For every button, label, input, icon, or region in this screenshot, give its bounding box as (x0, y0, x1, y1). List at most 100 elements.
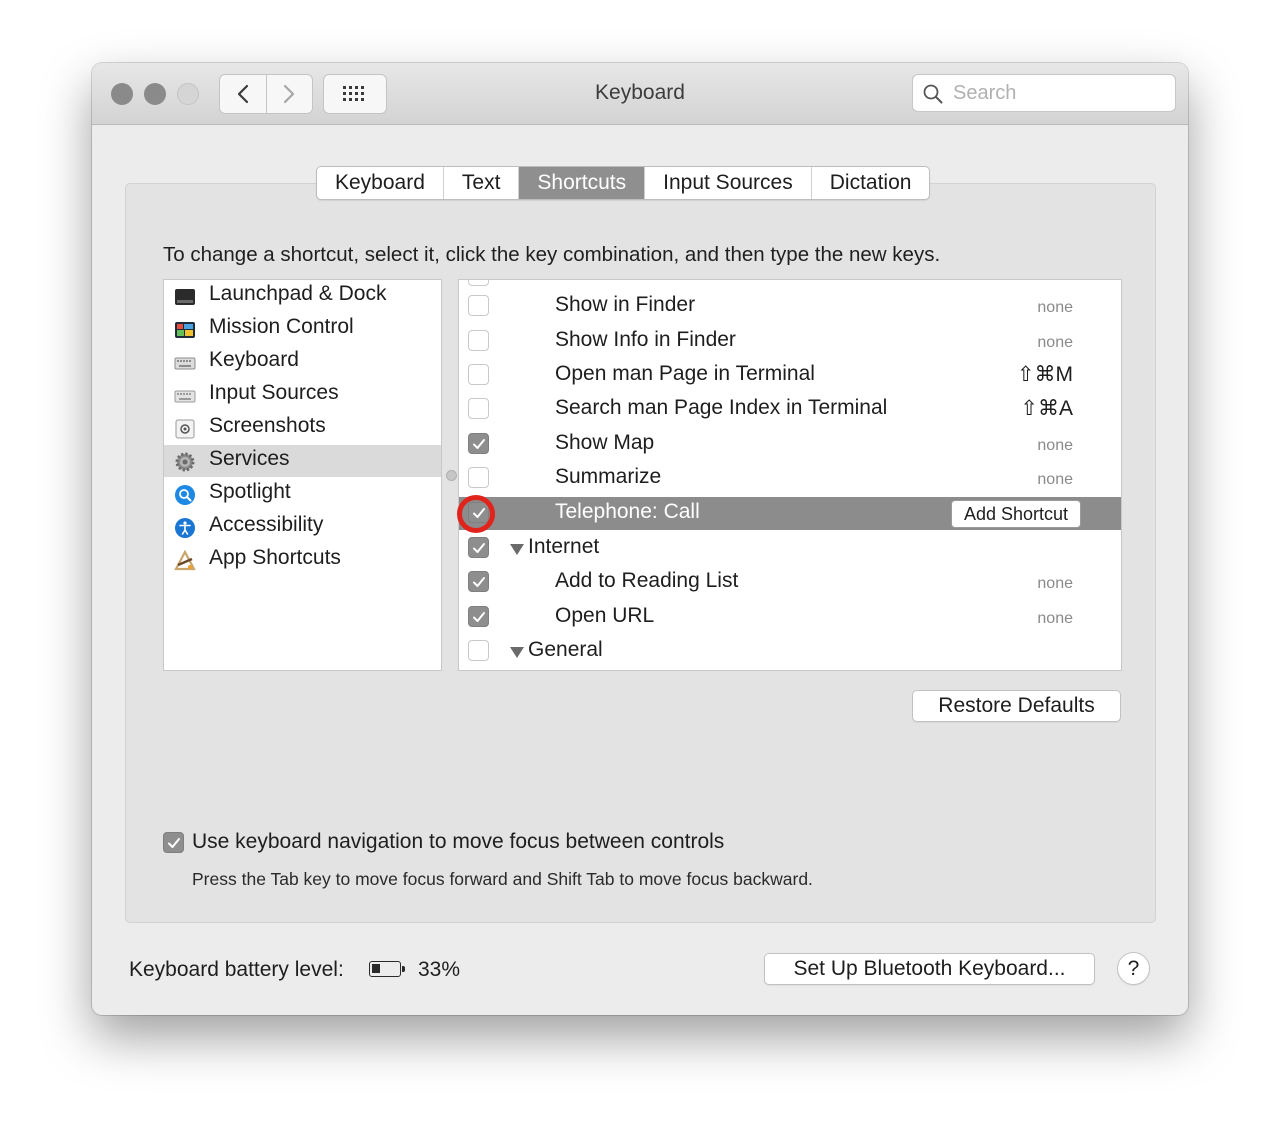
tab-bar: Keyboard Text Shortcuts Input Sources Di… (316, 166, 931, 200)
spotlight-icon (175, 485, 195, 505)
service-row[interactable]: Show in Finder none (459, 290, 1121, 323)
shortcut-categories-list: Launchpad & Dock Mission Control Keyboar… (163, 279, 442, 671)
app-shortcuts-icon (174, 550, 196, 571)
checkmark-icon (473, 543, 485, 553)
shortcut-value[interactable]: none (1037, 299, 1073, 317)
checkmark-icon (473, 439, 485, 449)
category-label: App Shortcuts (209, 546, 341, 569)
keyboard-navigation-checkbox[interactable] (163, 832, 184, 853)
service-name: Add to Reading List (555, 569, 739, 592)
setup-bluetooth-keyboard-button[interactable]: Set Up Bluetooth Keyboard... (764, 953, 1095, 985)
battery-percentage: 33% (418, 958, 461, 981)
checkmark-icon (168, 838, 180, 848)
add-shortcut-button[interactable]: Add Shortcut (950, 500, 1081, 528)
shortcut-value[interactable]: none (1037, 610, 1073, 628)
service-row[interactable]: Open URL none (459, 601, 1121, 634)
category-label: Mission Control (209, 315, 354, 338)
screenshots-icon (175, 419, 195, 439)
service-name: Open URL (555, 604, 655, 627)
tab-shortcuts[interactable]: Shortcuts (518, 167, 645, 199)
group-checkbox[interactable] (468, 537, 489, 558)
tab-keyboard[interactable]: Keyboard (317, 167, 443, 199)
services-list: Show in Finder none Show Info in Finder … (458, 279, 1122, 671)
shortcut-value[interactable]: none (1037, 334, 1073, 352)
category-app-shortcuts[interactable]: App Shortcuts (164, 544, 441, 576)
category-label: Spotlight (209, 480, 291, 503)
keyboard-navigation-hint: Press the Tab key to move focus forward … (192, 869, 813, 889)
category-spotlight[interactable]: Spotlight (164, 478, 441, 510)
checkmark-icon (473, 577, 485, 587)
service-name: Telephone: Call (555, 500, 700, 523)
service-name: Show Info in Finder (555, 328, 736, 351)
keyboard-icon (174, 357, 196, 370)
instructions-text: To change a shortcut, select it, click t… (163, 243, 941, 266)
service-checkbox[interactable] (468, 280, 489, 286)
gear-icon (175, 452, 195, 472)
battery-icon (369, 961, 405, 977)
input-sources-icon (174, 390, 196, 403)
restore-defaults-button[interactable]: Restore Defaults (912, 690, 1121, 722)
tab-text[interactable]: Text (442, 167, 519, 199)
service-row-selected[interactable]: Telephone: Call Add Shortcut (459, 497, 1121, 530)
shortcut-value[interactable]: none (1037, 437, 1073, 455)
group-checkbox[interactable] (468, 640, 489, 661)
shortcut-value[interactable]: none (1037, 471, 1073, 489)
service-checkbox[interactable] (468, 398, 489, 419)
service-checkbox[interactable] (468, 571, 489, 592)
category-label: Services (209, 447, 290, 470)
category-label: Input Sources (209, 381, 339, 404)
disclosure-triangle-icon[interactable] (510, 647, 524, 658)
service-checkbox[interactable] (468, 295, 489, 316)
battery-fill (372, 964, 380, 973)
search-field[interactable] (912, 74, 1176, 112)
highlight-circle (457, 495, 495, 533)
category-services[interactable]: Services (164, 445, 441, 477)
service-row[interactable]: Show Map none (459, 428, 1121, 461)
service-name: Show in Finder (555, 293, 696, 316)
launchpad-icon (175, 289, 195, 305)
search-input[interactable] (951, 77, 1165, 109)
shortcut-value[interactable]: ⇧⌘A (1020, 396, 1073, 421)
mission-control-icon (175, 322, 195, 338)
service-row[interactable]: Show Info in Finder none (459, 325, 1121, 358)
category-label: Screenshots (209, 414, 326, 437)
keyboard-navigation-label: Use keyboard navigation to move focus be… (192, 830, 725, 853)
split-view-handle[interactable] (446, 470, 457, 481)
category-screenshots[interactable]: Screenshots (164, 412, 441, 444)
service-checkbox[interactable] (468, 606, 489, 627)
keyboard-preferences-window: Keyboard Keyboard Text Shortcuts Input S… (92, 63, 1188, 1015)
category-mission-control[interactable]: Mission Control (164, 313, 441, 345)
service-checkbox[interactable] (468, 467, 489, 488)
help-button[interactable]: ? (1117, 952, 1150, 985)
shortcut-value[interactable]: none (1037, 575, 1073, 593)
service-checkbox[interactable] (468, 330, 489, 351)
group-name: Internet (528, 535, 600, 558)
service-row[interactable]: Open man Page in Terminal ⇧⌘M (459, 359, 1121, 392)
service-checkbox[interactable] (468, 364, 489, 385)
shortcut-value[interactable]: ⇧⌘M (1017, 362, 1073, 387)
service-row[interactable]: Add to Reading List none (459, 566, 1121, 599)
group-name: General (528, 638, 603, 661)
service-name: Show Map (555, 431, 655, 454)
category-label: Accessibility (209, 513, 324, 536)
category-input-sources[interactable]: Input Sources (164, 379, 441, 411)
service-name: Open man Page in Terminal (555, 362, 815, 385)
search-icon (923, 84, 943, 104)
battery-tip (402, 966, 405, 972)
service-name: Search man Page Index in Terminal (555, 396, 888, 419)
category-keyboard[interactable]: Keyboard (164, 346, 441, 378)
tab-dictation[interactable]: Dictation (810, 167, 930, 199)
service-checkbox[interactable] (468, 433, 489, 454)
battery-label: Keyboard battery level: (129, 958, 344, 981)
service-row[interactable]: Summarize none (459, 462, 1121, 495)
tab-input-sources[interactable]: Input Sources (644, 167, 811, 199)
group-row-general[interactable]: General (459, 635, 1121, 668)
accessibility-icon (175, 518, 195, 538)
category-launchpad-dock[interactable]: Launchpad & Dock (164, 280, 441, 312)
category-accessibility[interactable]: Accessibility (164, 511, 441, 543)
title-bar: Keyboard (92, 63, 1188, 125)
service-row[interactable]: Search man Page Index in Terminal ⇧⌘A (459, 393, 1121, 426)
disclosure-triangle-icon[interactable] (510, 544, 524, 555)
category-label: Keyboard (209, 348, 299, 371)
group-row-internet[interactable]: Internet (459, 532, 1121, 565)
